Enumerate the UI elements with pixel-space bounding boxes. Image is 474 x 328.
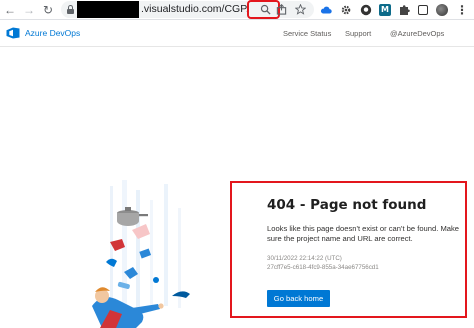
gear-icon[interactable]	[340, 4, 352, 16]
github-icon[interactable]	[360, 4, 372, 16]
cloud-icon[interactable]	[320, 4, 332, 16]
browser-toolbar: ← → ↻ .visualstudio.com/CGP. M ⋮	[0, 0, 474, 20]
back-button[interactable]: ←	[3, 3, 17, 17]
error-title: 404 - Page not found	[267, 197, 427, 213]
support-link[interactable]: Support	[345, 29, 371, 38]
url-text[interactable]: .visualstudio.com/CGP.	[141, 3, 249, 16]
sidepanel-icon[interactable]	[418, 5, 428, 15]
azure-devops-header: Azure DevOps Service Status Support @Azu…	[0, 21, 474, 47]
reload-button[interactable]: ↻	[41, 3, 55, 17]
share-icon[interactable]	[276, 4, 287, 15]
falling-person-illustration	[92, 180, 190, 328]
avatar[interactable]	[436, 4, 448, 16]
m-extension-icon[interactable]: M	[379, 4, 391, 16]
lock-icon[interactable]	[67, 5, 74, 14]
address-bar[interactable]: .visualstudio.com/CGP.	[61, 0, 314, 19]
error-timestamp: 30/11/2022 22:14:22 (UTC)	[267, 255, 342, 262]
star-icon[interactable]	[295, 4, 306, 15]
azure-devops-logo-icon[interactable]	[6, 27, 20, 39]
error-description: Looks like this page doesn't exist or ca…	[267, 224, 460, 244]
redacted-url-part	[77, 1, 139, 18]
menu-dots-icon[interactable]: ⋮	[456, 4, 468, 16]
twitter-link[interactable]: @AzureDevOps	[390, 29, 444, 38]
puzzle-icon[interactable]	[398, 4, 410, 16]
activity-id: 27cff7e5-c618-4fc9-855a-34ae67756cd1	[267, 263, 379, 271]
brand-name[interactable]: Azure DevOps	[25, 28, 80, 38]
service-status-link[interactable]: Service Status	[283, 29, 331, 38]
go-back-home-button[interactable]: Go back home	[267, 290, 330, 307]
search-icon[interactable]	[260, 4, 271, 15]
forward-button[interactable]: →	[22, 3, 36, 17]
error-details: 30/11/2022 22:14:22 (UTC) 27cff7e5-c618-…	[267, 255, 379, 272]
